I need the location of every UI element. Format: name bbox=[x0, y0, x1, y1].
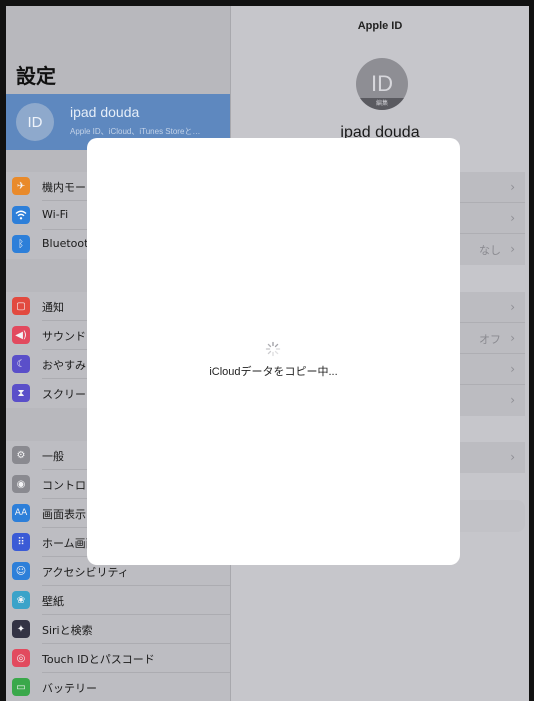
copying-message: iCloudデータをコピー中... bbox=[209, 366, 338, 378]
page-title: 設定 bbox=[16, 64, 56, 88]
sidebar-item-label: Siriと検索 bbox=[42, 624, 93, 637]
accessibility-icon: ☺ bbox=[12, 562, 30, 580]
avatar: ID bbox=[16, 103, 54, 141]
sound-icon: ◀) bbox=[12, 326, 30, 344]
chevron-right-icon: › bbox=[510, 180, 515, 194]
screen: 設定 ID ipad douda Apple ID、iCloud、iTunes … bbox=[0, 0, 534, 701]
sidebar-item-label: サウンド bbox=[42, 330, 86, 343]
device-bezel-top bbox=[0, 0, 534, 6]
detail-avatar-initials: ID bbox=[371, 71, 393, 96]
chevron-right-icon: › bbox=[510, 242, 515, 256]
fingerprint-icon: ◎ bbox=[12, 649, 30, 667]
sidebar-item-battery[interactable]: ▭ バッテリー bbox=[6, 673, 230, 701]
wallpaper-icon: ❀ bbox=[12, 591, 30, 609]
sidebar-item-siri[interactable]: ✦ Siriと検索 bbox=[6, 615, 230, 644]
sidebar-item-label: Wi-Fi bbox=[42, 208, 69, 221]
spinner-icon bbox=[265, 341, 281, 357]
copying-dialog: iCloudデータをコピー中... bbox=[87, 138, 460, 565]
profile-name: ipad douda bbox=[70, 104, 140, 120]
chevron-right-icon: › bbox=[510, 331, 515, 345]
detail-header: Apple ID bbox=[357, 20, 403, 32]
sidebar-item-wallpaper[interactable]: ❀ 壁紙 bbox=[6, 586, 230, 615]
sidebar-item-label: バッテリー bbox=[42, 682, 97, 695]
avatar-edit-label: 編集 bbox=[356, 98, 408, 110]
siri-icon: ✦ bbox=[12, 620, 30, 638]
sidebar-item-label: 一般 bbox=[42, 450, 64, 463]
sidebar-item-label: アクセシビリティ bbox=[42, 566, 129, 579]
sidebar-item-label: 壁紙 bbox=[42, 595, 64, 608]
sidebar-item-label: 通知 bbox=[42, 301, 64, 314]
detail-row-value: オフ bbox=[479, 333, 501, 346]
chevron-right-icon: › bbox=[510, 393, 515, 407]
battery-icon: ▭ bbox=[12, 678, 30, 696]
detail-avatar[interactable]: ID 編集 bbox=[356, 58, 408, 110]
home-grid-icon: ⠿ bbox=[12, 533, 30, 551]
bluetooth-icon: ᛒ bbox=[12, 235, 30, 253]
chevron-right-icon: › bbox=[510, 450, 515, 464]
hourglass-icon: ⧗ bbox=[12, 384, 30, 402]
wifi-icon bbox=[12, 206, 30, 224]
toggle-icon: ◉ bbox=[12, 475, 30, 493]
device-bezel-right bbox=[529, 0, 534, 701]
chevron-right-icon: › bbox=[510, 362, 515, 376]
notification-icon: ▢ bbox=[12, 297, 30, 315]
airplane-icon: ✈ bbox=[12, 177, 30, 195]
display-icon: AA bbox=[12, 504, 30, 522]
sidebar-item-touch-id[interactable]: ◎ Touch IDとパスコード bbox=[6, 644, 230, 673]
sidebar-item-label: Touch IDとパスコード bbox=[42, 653, 155, 666]
gear-icon: ⚙ bbox=[12, 446, 30, 464]
device-bezel-left bbox=[0, 0, 6, 701]
profile-subtitle: Apple ID、iCloud、iTunes Storeと… bbox=[70, 127, 201, 136]
detail-row-value: なし bbox=[479, 244, 501, 257]
chevron-right-icon: › bbox=[510, 211, 515, 225]
moon-icon: ☾ bbox=[12, 355, 30, 373]
chevron-right-icon: › bbox=[510, 300, 515, 314]
